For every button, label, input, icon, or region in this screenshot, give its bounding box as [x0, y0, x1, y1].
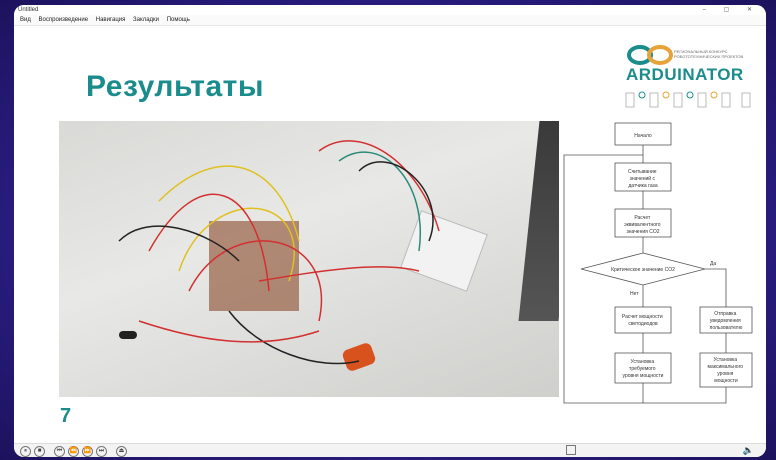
player-controls: ⏸ ■ ⏮ ⏪ ⏩ ⏭ ⏏ 🔈: [14, 443, 766, 457]
algorithm-flowchart: Начало Считывание значений с датчика газ…: [560, 119, 760, 409]
next-button[interactable]: ⏭: [96, 446, 107, 457]
menu-item-help[interactable]: Помощь: [167, 17, 190, 23]
previous-button[interactable]: ⏮: [54, 446, 65, 457]
menu-bar: Вид Воспроизведение Навигация Закладки П…: [14, 15, 766, 26]
media-player-window: Untitled – ▢ ✕ Вид Воспроизведение Навиг…: [14, 5, 766, 457]
rewind-button[interactable]: ⏪: [68, 446, 79, 457]
menu-item-view[interactable]: Вид: [20, 17, 31, 23]
flow-decision: Критическое значение CO2: [611, 267, 675, 273]
forward-button[interactable]: ⏩: [82, 446, 93, 457]
background-frame: Untitled – ▢ ✕ Вид Воспроизведение Навиг…: [0, 0, 776, 460]
menu-item-bookmarks[interactable]: Закладки: [133, 17, 159, 23]
flow-yes-label: Да: [710, 261, 716, 267]
arduinator-logo: РЕГИОНАЛЬНЫЙ КОНКУРС РОБОТОТЕХНИЧЕСКИХ П…: [622, 35, 762, 115]
prototype-photo: [59, 121, 559, 397]
slide-title: Результаты: [86, 70, 264, 103]
menu-item-navigation[interactable]: Навигация: [96, 17, 126, 23]
seek-handle[interactable]: [566, 445, 576, 455]
flow-no-label: Нет: [630, 291, 639, 297]
presentation-slide: Результаты РЕГИОНАЛЬНЫЙ КОНКУРС РОБОТОТЕ…: [30, 27, 760, 439]
stop-button[interactable]: ■: [34, 446, 45, 457]
flowchart-svg: Начало Считывание значений с датчика газ…: [563, 122, 753, 404]
logo-subtitle: РЕГИОНАЛЬНЫЙ КОНКУРС РОБОТОТЕХНИЧЕСКИХ П…: [674, 49, 744, 59]
menu-item-playback[interactable]: Воспроизведение: [39, 17, 89, 23]
wiring-illustration: [118, 140, 488, 371]
volume-icon[interactable]: 🔈: [743, 445, 754, 456]
flow-read: Считывание значений с датчика газа: [628, 169, 658, 189]
eject-button[interactable]: ⏏: [116, 446, 127, 457]
flow-notify: Отправка уведомления пользователю: [710, 311, 743, 331]
pause-button[interactable]: ⏸: [20, 446, 31, 457]
logo-brand: ARDUINATOR: [626, 65, 744, 84]
flow-start: Начало: [634, 133, 652, 139]
window-controls[interactable]: – ▢ ✕: [703, 5, 760, 15]
slide-page-number: 7: [60, 405, 72, 427]
title-bar: Untitled – ▢ ✕: [14, 5, 766, 15]
logo-decoration: [625, 91, 751, 108]
window-title: Untitled: [18, 7, 39, 13]
